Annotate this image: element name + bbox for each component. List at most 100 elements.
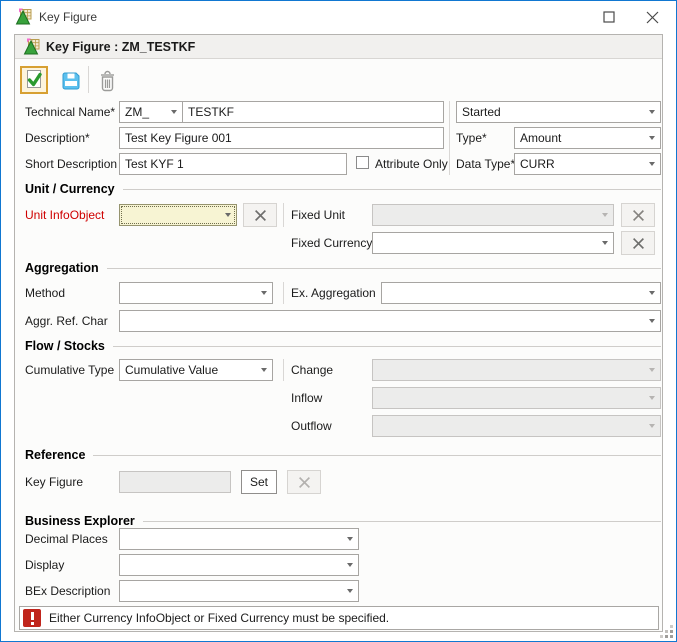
attribute-only-label: Attribute Only <box>375 157 448 171</box>
short-description-input[interactable] <box>119 153 347 175</box>
key-figure-icon <box>15 8 32 25</box>
technical-name-input[interactable] <box>182 101 444 123</box>
fixed-currency-label: Fixed Currency <box>291 236 372 250</box>
window-title: Key Figure <box>39 10 97 24</box>
validation-message-bar: Either Currency InfoObject or Fixed Curr… <box>19 606 659 630</box>
chevron-down-icon <box>596 205 613 225</box>
maximize-button[interactable] <box>596 3 622 31</box>
technical-name-label: Technical Name* <box>25 105 115 119</box>
section-aggregation: Aggregation <box>25 260 661 276</box>
column-divider <box>449 101 450 175</box>
ex-aggregation-label: Ex. Aggregation <box>291 286 376 300</box>
fixed-unit-label: Fixed Unit <box>291 208 345 222</box>
attribute-only-checkbox[interactable] <box>356 156 369 169</box>
clear-x-icon <box>632 237 645 250</box>
display-label: Display <box>25 558 64 572</box>
unit-infoobject-dropdown[interactable] <box>119 204 237 226</box>
clear-unit-infoobject-button[interactable] <box>243 203 277 227</box>
chevron-down-icon <box>165 102 182 122</box>
delete-button[interactable] <box>95 68 119 94</box>
clear-x-icon <box>298 476 311 489</box>
maximize-icon <box>603 11 615 23</box>
chevron-down-icon <box>643 283 660 303</box>
chevron-down-icon <box>341 555 358 575</box>
activate-button[interactable] <box>20 66 48 94</box>
outflow-label: Outflow <box>291 419 332 433</box>
key-figure-window: Key Figure Key Figure : ZM_TESTKF <box>0 0 677 642</box>
short-description-label: Short Description <box>25 157 117 171</box>
description-label: Description* <box>25 131 90 145</box>
aggr-ref-char-dropdown[interactable] <box>119 310 661 332</box>
data-type-label: Data Type* <box>456 157 515 171</box>
key-figure-input <box>119 471 231 493</box>
close-button[interactable] <box>639 3 665 31</box>
fixed-unit-dropdown <box>372 204 614 226</box>
description-input[interactable] <box>119 127 444 149</box>
chevron-down-icon <box>643 128 660 148</box>
fixed-currency-dropdown[interactable] <box>372 232 614 254</box>
close-icon <box>646 11 659 24</box>
clear-x-icon <box>632 209 645 222</box>
section-business-explorer: Business Explorer <box>25 513 661 529</box>
ex-aggregation-dropdown[interactable] <box>381 282 661 304</box>
chevron-down-icon <box>643 311 660 331</box>
chevron-down-icon <box>643 154 660 174</box>
cumulative-type-label: Cumulative Type <box>25 363 114 377</box>
key-figure-icon <box>23 38 40 58</box>
method-label: Method <box>25 286 65 300</box>
key-figure-label: Key Figure <box>25 475 83 489</box>
outflow-dropdown <box>372 415 661 437</box>
chevron-down-icon <box>219 205 236 225</box>
activate-check-icon <box>24 69 45 91</box>
bex-description-label: BEx Description <box>25 584 110 598</box>
delete-trash-icon <box>98 70 117 92</box>
clear-x-icon <box>254 209 267 222</box>
chevron-down-icon <box>643 102 660 122</box>
decimal-places-label: Decimal Places <box>25 532 108 546</box>
aggr-ref-char-label: Aggr. Ref. Char <box>25 314 108 328</box>
cumulative-type-dropdown[interactable]: Cumulative Value <box>119 359 273 381</box>
clear-key-figure-button <box>287 470 321 494</box>
chevron-down-icon <box>255 360 272 380</box>
panel-header: Key Figure : ZM_TESTKF <box>15 35 662 59</box>
chevron-down-icon <box>341 581 358 601</box>
technical-name-prefix-dropdown[interactable]: ZM_ <box>119 101 183 123</box>
chevron-down-icon <box>596 233 613 253</box>
set-button[interactable]: Set <box>241 470 277 494</box>
column-divider <box>283 282 284 304</box>
toolbar-separator <box>88 66 89 93</box>
validation-message-text: Either Currency InfoObject or Fixed Curr… <box>49 611 389 625</box>
clear-fixed-currency-button[interactable] <box>621 231 655 255</box>
chevron-down-icon <box>643 360 660 380</box>
title-bar: Key Figure <box>1 1 676 33</box>
change-dropdown <box>372 359 661 381</box>
unit-infoobject-label: Unit InfoObject <box>25 208 104 222</box>
panel-title: Key Figure : ZM_TESTKF <box>46 40 195 54</box>
error-exclamation-icon <box>23 609 41 627</box>
column-divider <box>283 203 284 227</box>
clear-fixed-unit-button[interactable] <box>621 203 655 227</box>
inflow-dropdown <box>372 387 661 409</box>
decimal-places-dropdown[interactable] <box>119 528 359 550</box>
column-divider <box>283 359 284 381</box>
section-unit-currency: Unit / Currency <box>25 181 661 197</box>
data-type-dropdown[interactable]: CURR <box>514 153 661 175</box>
resize-grip[interactable] <box>661 626 673 638</box>
type-label: Type* <box>456 131 487 145</box>
save-button[interactable] <box>59 70 83 92</box>
bex-description-dropdown[interactable] <box>119 580 359 602</box>
status-dropdown[interactable]: Started <box>456 101 661 123</box>
display-dropdown[interactable] <box>119 554 359 576</box>
section-flow-stocks: Flow / Stocks <box>25 338 661 354</box>
chevron-down-icon <box>643 388 660 408</box>
key-figure-panel: Key Figure : ZM_TESTKF <box>14 34 663 632</box>
method-dropdown[interactable] <box>119 282 273 304</box>
chevron-down-icon <box>255 283 272 303</box>
chevron-down-icon <box>643 416 660 436</box>
inflow-label: Inflow <box>291 391 322 405</box>
change-label: Change <box>291 363 333 377</box>
section-reference: Reference <box>25 447 661 463</box>
save-icon <box>60 70 82 92</box>
chevron-down-icon <box>341 529 358 549</box>
type-dropdown[interactable]: Amount <box>514 127 661 149</box>
